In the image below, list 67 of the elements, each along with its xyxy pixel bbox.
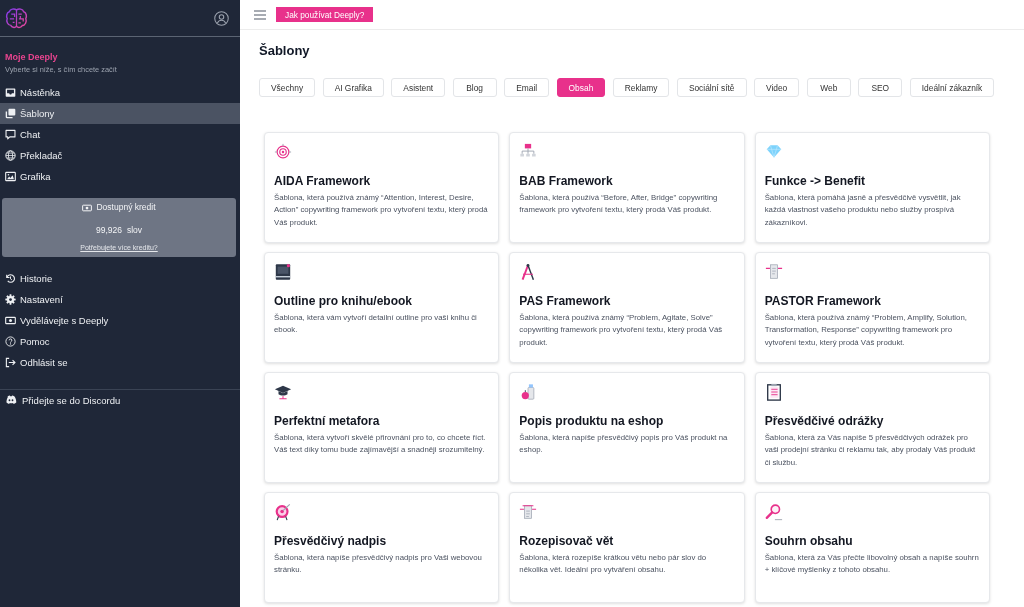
credit-title: Dostupný kredit	[96, 202, 156, 213]
discord-link[interactable]: Přidejte se do Discordu	[0, 389, 240, 411]
category-tab[interactable]: Video	[754, 78, 800, 97]
card-title: PASTOR Framework	[764, 294, 881, 309]
card-title: Přesvědčivý nadpis	[274, 534, 387, 549]
nav-item[interactable]: Překladač	[0, 145, 240, 166]
credit-unit: slov	[126, 224, 143, 236]
card-title: Rozepisovač vět	[519, 534, 614, 549]
document-icon	[519, 503, 538, 521]
gear-icon	[5, 294, 16, 305]
graduation-cap-icon	[274, 383, 292, 401]
diamond-icon	[764, 143, 783, 161]
banknote-icon	[5, 315, 16, 326]
help-icon	[5, 336, 16, 347]
globe-icon	[5, 150, 16, 161]
brain-logo-icon[interactable]	[5, 6, 28, 30]
target-icon	[274, 503, 292, 521]
logout-icon	[5, 357, 16, 368]
image-icon	[5, 171, 16, 182]
category-tab[interactable]: Ideální zákazník	[909, 78, 995, 97]
sidebar-heading: Moje Deeply	[5, 51, 58, 63]
clipboard-icon	[764, 383, 783, 401]
nav-item[interactable]: Nástěnka	[0, 82, 240, 103]
category-tab[interactable]: Sociální sítě	[676, 78, 747, 97]
category-tab[interactable]: SEO	[858, 78, 903, 97]
category-tab[interactable]: Reklamy	[612, 78, 670, 97]
book-icon	[274, 263, 292, 281]
chat-icon	[5, 129, 16, 140]
card-title: Popis produktu na eshop	[519, 414, 664, 429]
credit-amount: 99,926	[95, 224, 122, 236]
category-tab[interactable]: Blog	[452, 78, 497, 97]
nav-item[interactable]: Pomoc	[0, 331, 240, 352]
nav-item[interactable]: Chat	[0, 124, 240, 145]
magnifier-icon	[764, 503, 783, 521]
category-tab[interactable]: Asistent	[391, 78, 446, 97]
copy-icon	[5, 108, 16, 119]
card-title: Perfektní metafora	[274, 414, 380, 429]
nav-item[interactable]: Šablony	[0, 103, 240, 124]
card-title: PAS Framework	[519, 294, 611, 309]
help-button[interactable]: Jak používat Deeply?	[276, 7, 374, 22]
bottle-icon	[519, 383, 538, 401]
menu-button[interactable]	[254, 9, 266, 20]
card-title: Outline pro knihu/ebook	[274, 294, 412, 309]
nav-item[interactable]: Vydělávejte s Deeply	[0, 310, 240, 331]
category-tab[interactable]: Všechny	[259, 78, 316, 97]
history-icon	[5, 273, 16, 284]
target-icon	[274, 143, 292, 161]
banknote-icon	[82, 202, 93, 213]
category-tab[interactable]: Obsah	[556, 78, 606, 97]
card-title: Souhrn obsahu	[764, 534, 853, 549]
nav-item[interactable]: Nastavení	[0, 289, 240, 310]
category-tab[interactable]: Web	[806, 78, 851, 97]
card-title: AIDA Framework	[274, 174, 371, 189]
nav-item[interactable]: Historie	[0, 268, 240, 289]
discord-icon	[5, 394, 17, 406]
category-tab[interactable]: Email	[504, 78, 550, 97]
card-title: BAB Framework	[519, 174, 613, 189]
user-icon[interactable]	[214, 10, 229, 26]
nav-item[interactable]: Grafika	[0, 166, 240, 187]
card-title: Přesvědčivé odrážky	[764, 414, 884, 429]
page-title: Šablony	[259, 43, 311, 59]
document-icon	[764, 263, 783, 281]
card-title: Funkce -> Benefit	[764, 174, 865, 189]
category-tab[interactable]: AI Grafika	[322, 78, 384, 97]
menu-icon	[254, 9, 266, 20]
nav-item[interactable]: Odhlásit se	[0, 352, 240, 373]
tray-icon	[5, 87, 16, 98]
